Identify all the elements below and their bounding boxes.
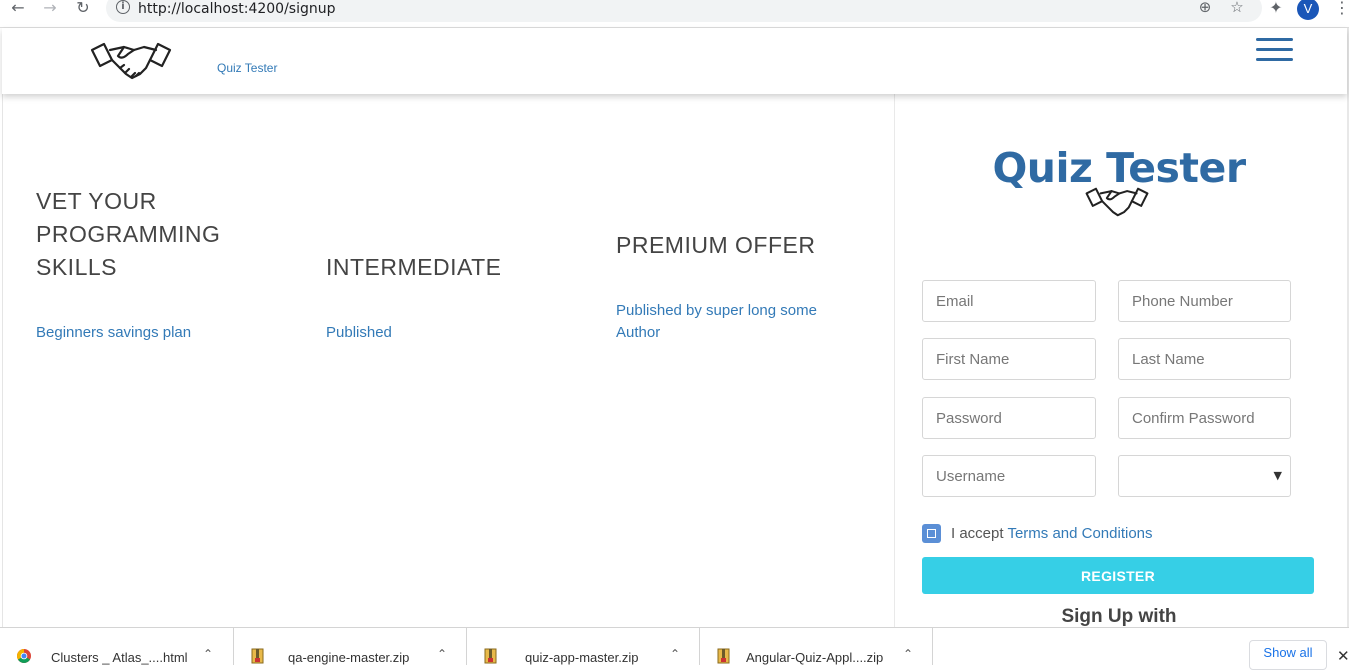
profile-avatar[interactable]: V [1297,0,1319,20]
first-name-field[interactable] [922,338,1096,380]
browser-toolbar: ← → ↻ i http://localhost:4200/signup ⊕ ☆… [0,0,1349,22]
download-filename: qa-engine-master.zip [288,650,410,665]
plan-title: INTERMEDIATE [326,254,502,280]
back-arrow-icon[interactable]: ← [8,0,28,18]
register-button[interactable]: REGISTER [922,557,1314,594]
chevron-up-icon[interactable]: ⌃ [203,647,213,661]
download-filename: quiz-app-master.zip [525,650,639,665]
terms-label: I accept Terms and Conditions [951,525,1153,542]
accept-text: I accept [951,525,1004,542]
extensions-icon[interactable]: ✦ [1266,0,1286,18]
star-icon[interactable]: ☆ [1228,0,1246,16]
plan-title: VET YOUR PROGRAMMING SKILLS [36,188,221,280]
signup-with-heading: Sign Up with [1061,606,1177,627]
menu-dots-icon[interactable]: ⋮ [1334,0,1349,16]
confirm-password-field[interactable] [1118,397,1291,439]
download-item[interactable]: qa-engine-master.zip ⌃ [234,628,467,665]
download-filename: Clusters _ Atlas_....html [51,650,188,665]
email-field[interactable] [922,280,1096,322]
zoom-icon[interactable]: ⊕ [1196,0,1214,16]
download-item[interactable]: quiz-app-master.zip ⌃ [467,628,700,665]
address-bar[interactable]: i http://localhost:4200/signup ⊕ ☆ [106,0,1262,22]
username-field[interactable] [922,455,1096,497]
plan-subtitle[interactable]: Published [326,322,546,344]
plan-card: PREMIUM OFFER Published by super long so… [616,229,846,344]
zip-archive-icon [484,648,497,664]
phone-field[interactable] [1118,280,1291,322]
brand-link[interactable]: Quiz Tester [217,61,277,75]
plan-card: INTERMEDIATE Published [326,251,546,344]
plan-subtitle[interactable]: Published by super long some Author [616,300,846,344]
chrome-icon [17,649,31,663]
terms-link[interactable]: Terms and Conditions [1007,525,1152,542]
zip-archive-icon [717,648,730,664]
plans-section: VET YOUR PROGRAMMING SKILLS Beginners sa… [2,94,894,628]
password-field[interactable] [922,397,1096,439]
download-item[interactable]: Clusters _ Atlas_....html ⌃ [0,628,234,665]
handshake-icon [1085,187,1149,217]
download-filename: Angular-Quiz-Appl....zip [746,650,884,665]
handshake-icon[interactable] [90,38,172,84]
page: Quiz Tester VET YOUR PROGRAMMING SKILLS … [0,27,1349,628]
role-select[interactable]: ▼ [1118,455,1291,497]
chevron-up-icon[interactable]: ⌃ [670,647,680,661]
chevron-down-icon: ▼ [1273,469,1282,482]
plan-subtitle[interactable]: Beginners savings plan [36,322,236,344]
chevron-up-icon[interactable]: ⌃ [437,647,447,661]
signup-form: Quiz Tester ▼ I accept Terms and Conditi… [894,94,1342,628]
close-icon[interactable]: ✕ [1337,647,1349,665]
hamburger-icon[interactable] [1256,38,1294,66]
zip-archive-icon [251,648,264,664]
reload-icon[interactable]: ↻ [73,0,93,18]
info-icon[interactable]: i [116,0,130,14]
show-all-button[interactable]: Show all [1249,640,1327,670]
app-header: Quiz Tester [2,28,1347,94]
plan-card: VET YOUR PROGRAMMING SKILLS Beginners sa… [36,185,236,344]
chevron-up-icon[interactable]: ⌃ [903,647,913,661]
download-shelf: Clusters _ Atlas_....html ⌃ qa-engine-ma… [0,627,1349,670]
plan-title: PREMIUM OFFER [616,232,816,258]
url-text[interactable]: http://localhost:4200/signup [138,1,336,17]
terms-checkbox[interactable] [922,524,941,543]
last-name-field[interactable] [1118,338,1291,380]
download-item[interactable]: Angular-Quiz-Appl....zip ⌃ [700,628,933,665]
forward-arrow-icon[interactable]: → [40,0,60,18]
